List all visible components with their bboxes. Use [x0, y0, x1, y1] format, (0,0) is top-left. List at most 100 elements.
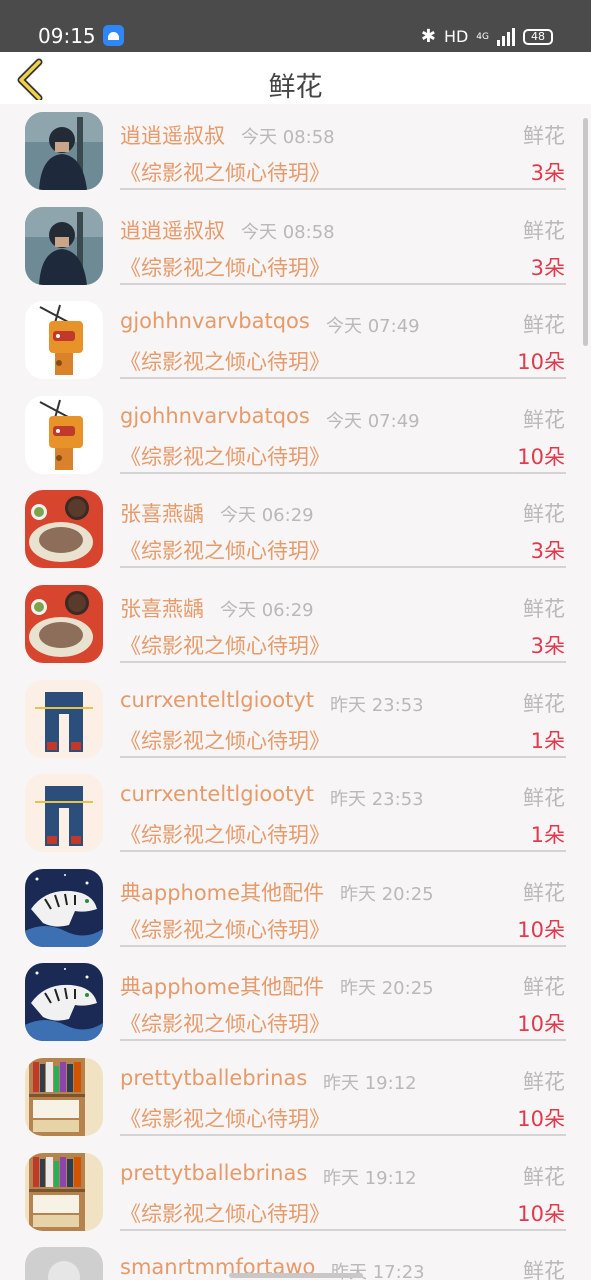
- timestamp: 今天 07:49: [326, 410, 420, 432]
- list-item[interactable]: 典apphome其他配件 昨天 20:25 鲜花《综影视之倾心待玥》 10朵: [0, 955, 591, 1050]
- username[interactable]: 张喜燕龋: [120, 498, 204, 528]
- username[interactable]: 典apphome其他配件: [120, 971, 324, 1001]
- timestamp: 昨天 19:12: [323, 1072, 417, 1094]
- novel-title[interactable]: 《综影视之倾心待玥》: [120, 914, 330, 944]
- timestamp: 今天 06:29: [220, 505, 314, 527]
- gift-type-label: 鲜花: [523, 1259, 565, 1280]
- gift-type-label: 鲜花: [523, 218, 565, 243]
- avatar[interactable]: [25, 774, 103, 853]
- list-item[interactable]: currxenteltlgiootyt 昨天 23:53 鲜花 《综影视之倾心待玥》 1…: [0, 672, 591, 767]
- gift-type-label: 鲜花: [523, 975, 565, 1000]
- flower-count: 3朵: [530, 255, 565, 280]
- flower-count: 10朵: [517, 1106, 565, 1131]
- avatar[interactable]: [25, 679, 103, 758]
- divider: [120, 1133, 566, 1136]
- flower-count: 10朵: [517, 917, 565, 942]
- username[interactable]: 典apphome其他配件: [120, 877, 324, 907]
- flower-count: 10朵: [517, 444, 565, 469]
- status-bar: 09:15 ✱ HD 4G 48: [0, 0, 591, 52]
- avatar[interactable]: [25, 1057, 103, 1136]
- novel-title[interactable]: 《综影视之倾心待玥》: [120, 157, 330, 187]
- username[interactable]: prettytballebrinas: [120, 1066, 307, 1090]
- divider: [120, 660, 566, 663]
- novel-title[interactable]: 《综影视之倾心待玥》: [120, 535, 330, 565]
- divider: [120, 566, 566, 569]
- divider: [120, 188, 566, 190]
- flower-count: 1朵: [530, 728, 565, 753]
- avatar[interactable]: [25, 1152, 103, 1231]
- avatar[interactable]: [25, 584, 103, 663]
- novel-title[interactable]: 《综影视之倾心待玥》: [120, 441, 330, 471]
- avatar[interactable]: [25, 963, 103, 1042]
- flower-count: 10朵: [517, 1012, 565, 1037]
- android-notification-icon: [103, 25, 124, 46]
- avatar[interactable]: [25, 868, 103, 947]
- list-item[interactable]: 典apphome其他配件 昨天 20:25 鲜花《综影视之倾心待玥》 10朵: [0, 861, 591, 956]
- list-item[interactable]: gjohhnvarvbatqos 今天 07:49 鲜花 《综影视之倾心待玥》 10朵: [0, 293, 591, 388]
- novel-title[interactable]: 《综影视之倾心待玥》: [120, 819, 330, 849]
- flower-count: 3朵: [530, 539, 565, 564]
- list-item[interactable]: currxenteltlgiootyt 昨天 23:53 鲜花《综影视之倾心待玥》 1…: [0, 766, 591, 861]
- divider: [120, 944, 566, 947]
- avatar[interactable]: [25, 490, 103, 569]
- timestamp: 今天 08:58: [241, 221, 335, 243]
- username[interactable]: currxenteltlgiootyt: [120, 688, 314, 712]
- timestamp: 今天 08:58: [241, 127, 335, 148]
- gift-type-label: 鲜花: [523, 786, 565, 811]
- timestamp: 昨天 20:25: [340, 883, 434, 905]
- novel-title[interactable]: 《综影视之倾心待玥》: [120, 346, 330, 376]
- gift-type-label: 鲜花: [523, 124, 565, 148]
- avatar[interactable]: [25, 206, 103, 285]
- divider: [120, 377, 566, 380]
- username[interactable]: currxenteltlgiootyt: [120, 782, 314, 806]
- username[interactable]: 张喜燕龋: [120, 593, 204, 623]
- flower-count: 3朵: [530, 633, 565, 658]
- status-time: 09:15: [38, 24, 96, 48]
- flower-count: 10朵: [517, 1201, 565, 1226]
- scrollbar[interactable]: [583, 118, 588, 346]
- novel-title[interactable]: 《综影视之倾心待玥》: [120, 725, 330, 755]
- divider: [120, 282, 566, 285]
- novel-title[interactable]: 《综影视之倾心待玥》: [120, 252, 330, 282]
- avatar[interactable]: [25, 301, 103, 380]
- flower-list[interactable]: 逍逍遥叔叔 今天 08:58 鲜花 《综影视之倾心待玥》 3朵 逍逍遥叔叔 今天 08:58…: [0, 104, 591, 1280]
- gift-type-label: 鲜花: [523, 407, 565, 432]
- novel-title[interactable]: 《综影视之倾心待玥》: [120, 630, 330, 660]
- gift-type-label: 鲜花: [523, 1069, 565, 1094]
- username[interactable]: gjohhnvarvbatqos: [120, 404, 310, 428]
- status-icons: ✱ HD 4G 48: [421, 26, 553, 47]
- flower-count: 10朵: [517, 350, 565, 375]
- avatar[interactable]: [25, 112, 103, 190]
- divider: [120, 471, 566, 474]
- username[interactable]: 逍逍遥叔叔: [120, 215, 225, 245]
- divider: [120, 1039, 566, 1042]
- header: 鲜花: [0, 52, 591, 104]
- avatar[interactable]: [25, 395, 103, 474]
- username[interactable]: gjohhnvarvbatqos: [120, 309, 310, 333]
- gift-type-label: 鲜花: [523, 502, 565, 527]
- divider: [120, 850, 566, 853]
- list-item[interactable]: prettytballebrinas 昨天 19:12 鲜花《综影视之倾心待玥》 10…: [0, 1050, 591, 1145]
- flower-count: 3朵: [530, 161, 565, 185]
- timestamp: 昨天 23:53: [330, 789, 424, 811]
- username[interactable]: 逍逍遥叔叔: [120, 120, 225, 150]
- list-item[interactable]: 逍逍遥叔叔 今天 08:58 鲜花《综影视之倾心待玥》 3朵: [0, 199, 591, 294]
- timestamp: 今天 06:29: [220, 599, 314, 621]
- username[interactable]: prettytballebrinas: [120, 1161, 307, 1185]
- novel-title[interactable]: 《综影视之倾心待玥》: [120, 1103, 330, 1133]
- list-item[interactable]: 逍逍遥叔叔 今天 08:58 鲜花《综影视之倾心待玥》 3朵: [0, 104, 591, 199]
- gift-type-label: 鲜花: [523, 880, 565, 905]
- timestamp: 昨天 23:53: [330, 694, 424, 716]
- list-item[interactable]: prettytballebrinas 昨天 19:12 鲜花 《综影视之倾心待玥》 10…: [0, 1145, 591, 1240]
- flower-count: 1朵: [530, 823, 565, 848]
- list-item[interactable]: gjohhnvarvbatqos 今天 07:49 鲜花《综影视之倾心待玥》 10朵: [0, 388, 591, 483]
- list-item[interactable]: 张喜燕龋 今天 06:29 鲜花 《综影视之倾心待玥》 3朵: [0, 577, 591, 672]
- list-item[interactable]: 张喜燕龋 今天 06:29 鲜花《综影视之倾心待玥》 3朵: [0, 482, 591, 577]
- battery-icon: 48: [523, 28, 553, 45]
- avatar[interactable]: [25, 1247, 103, 1280]
- hd-label: HD: [443, 27, 469, 46]
- timestamp: 昨天 20:25: [340, 978, 434, 1000]
- novel-title[interactable]: 《综影视之倾心待玥》: [120, 1008, 330, 1038]
- novel-title[interactable]: 《综影视之倾心待玥》: [120, 1198, 330, 1228]
- network-label: 4G: [476, 31, 489, 42]
